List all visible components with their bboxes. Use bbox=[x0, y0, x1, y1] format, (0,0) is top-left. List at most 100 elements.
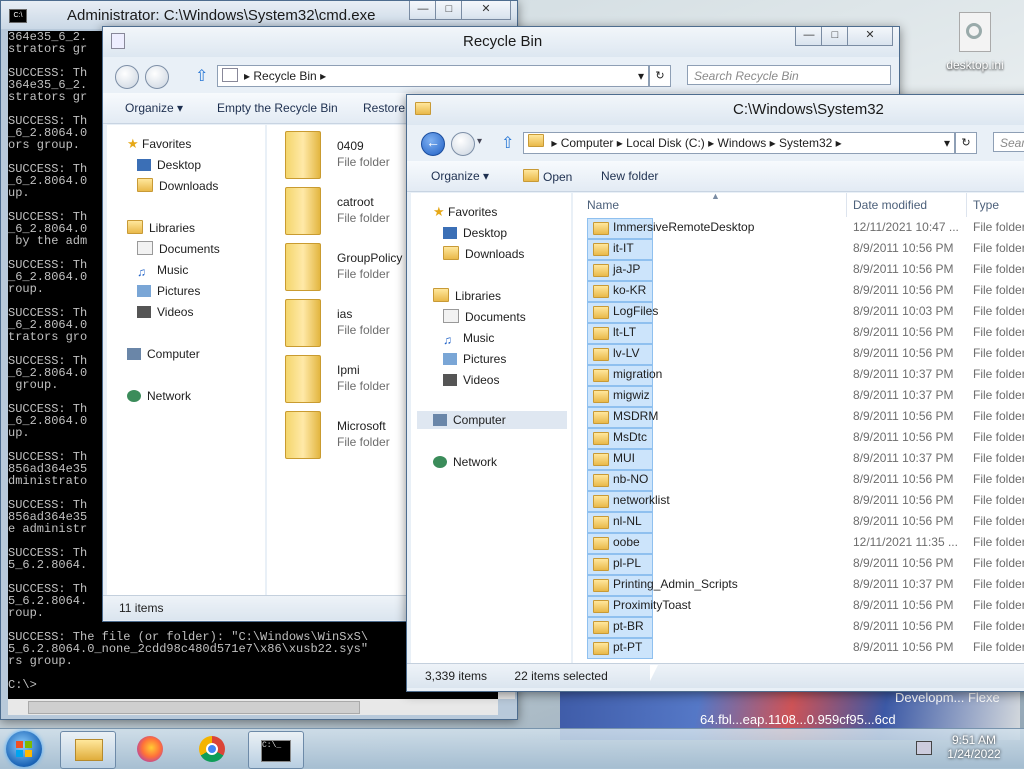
nav-pictures[interactable]: Pictures bbox=[137, 282, 200, 300]
table-row[interactable]: it-IT 8/9/2011 10:56 PM File folder bbox=[573, 238, 1024, 260]
table-row[interactable]: ko-KR 8/9/2011 10:56 PM File folder bbox=[573, 280, 1024, 302]
table-row[interactable]: MUI 8/9/2011 10:37 PM File folder bbox=[573, 448, 1024, 470]
table-row[interactable]: Printing_Admin_Scripts 8/9/2011 10:37 PM F… bbox=[573, 574, 1024, 596]
recycle-item[interactable]: GroupPolicy File folder bbox=[285, 243, 405, 297]
desktop-ini-icon[interactable]: desktop.ini bbox=[940, 12, 1010, 76]
column-header-date[interactable]: Date modified bbox=[847, 193, 967, 217]
table-row[interactable]: pl-PL 8/9/2011 10:56 PM File folder bbox=[573, 553, 1024, 575]
nav-favorites[interactable]: ★ Favorites bbox=[127, 135, 191, 153]
system-clock[interactable]: 9:51 AM 1/24/2022 bbox=[944, 733, 1004, 761]
table-row[interactable]: lv-LV 8/9/2011 10:56 PM File folder bbox=[573, 343, 1024, 365]
recycle-item[interactable]: Microsoft File folder bbox=[285, 411, 405, 465]
nav-desktop[interactable]: Desktop bbox=[137, 156, 201, 174]
recycle-item[interactable]: catroot File folder bbox=[285, 187, 405, 241]
table-row[interactable]: ImmersiveRemoteDesktop 12/11/2021 10:47 .… bbox=[573, 217, 1024, 239]
cmd-hscroll-thumb[interactable] bbox=[28, 701, 360, 714]
recycle-search-input[interactable]: Search Recycle Bin bbox=[687, 65, 891, 85]
nav-music[interactable]: ♫ Music bbox=[137, 261, 188, 279]
taskbar-cmd-button[interactable]: C:\_ bbox=[248, 731, 304, 769]
address-dropdown-icon[interactable]: ▾ bbox=[944, 133, 950, 153]
address-dropdown-icon[interactable]: ▾ bbox=[638, 66, 644, 86]
nav-documents[interactable]: Documents bbox=[443, 308, 526, 326]
recycle-item[interactable]: ias File folder bbox=[285, 299, 405, 353]
nav-network[interactable]: Network bbox=[127, 387, 191, 405]
column-header-name[interactable]: Name bbox=[573, 193, 847, 217]
restore-button[interactable]: Restore bbox=[363, 101, 405, 115]
back-button[interactable] bbox=[115, 65, 139, 89]
breadcrumb-windows[interactable]: Windows bbox=[718, 136, 767, 150]
nav-documents[interactable]: Documents bbox=[137, 240, 220, 258]
recycle-minimize-button[interactable]: — bbox=[795, 27, 823, 46]
table-row[interactable]: oobe 12/11/2021 11:35 ... File folder bbox=[573, 532, 1024, 554]
downloads-icon bbox=[137, 178, 153, 192]
recycle-item[interactable]: 0409 File folder bbox=[285, 131, 405, 185]
empty-recycle-bin-button[interactable]: Empty the Recycle Bin bbox=[217, 101, 338, 115]
recycle-item[interactable]: Ipmi File folder bbox=[285, 355, 405, 409]
system32-file-list[interactable]: Name ▲ Date modified Type ImmersiveRemot… bbox=[573, 193, 1024, 663]
refresh-icon[interactable]: ↻ bbox=[955, 132, 977, 154]
table-row[interactable]: pt-BR 8/9/2011 10:56 PM File folder bbox=[573, 616, 1024, 638]
table-row[interactable]: nl-NL 8/9/2011 10:56 PM File folder bbox=[573, 511, 1024, 533]
recycle-address-bar[interactable]: ▸ Recycle Bin ▸ ▾ bbox=[217, 65, 649, 87]
nav-downloads[interactable]: Downloads bbox=[137, 177, 218, 195]
nav-computer[interactable]: Computer bbox=[127, 345, 200, 363]
system32-titlebar[interactable]: C:\Windows\System32 bbox=[407, 95, 1024, 125]
breadcrumb-computer[interactable]: Computer bbox=[561, 136, 614, 150]
nav-music[interactable]: ♫ Music bbox=[443, 329, 494, 347]
cmd-maximize-button[interactable]: □ bbox=[435, 1, 463, 20]
taskbar-chrome-button[interactable] bbox=[186, 731, 240, 767]
recycle-maximize-button[interactable]: □ bbox=[821, 27, 849, 46]
system32-search-input[interactable]: Sear bbox=[993, 132, 1024, 152]
back-button[interactable]: ← bbox=[421, 132, 445, 156]
table-row[interactable]: LogFiles 8/9/2011 10:03 PM File folder bbox=[573, 301, 1024, 323]
cmd-horizontal-scrollbar[interactable] bbox=[8, 699, 498, 715]
address-segment[interactable]: Recycle Bin bbox=[253, 69, 316, 83]
taskbar-firefox-button[interactable] bbox=[124, 731, 178, 767]
folder-icon bbox=[593, 306, 609, 319]
table-row[interactable]: nb-NO 8/9/2011 10:56 PM File folder bbox=[573, 469, 1024, 491]
table-row[interactable]: MSDRM 8/9/2011 10:56 PM File folder bbox=[573, 406, 1024, 428]
file-date: 8/9/2011 10:37 PM bbox=[853, 388, 954, 402]
recycle-close-button[interactable]: ✕ bbox=[847, 27, 893, 46]
nav-network[interactable]: Network bbox=[433, 453, 497, 471]
taskbar-explorer-button[interactable] bbox=[60, 731, 116, 769]
nav-videos[interactable]: Videos bbox=[137, 303, 193, 321]
breadcrumb-system32[interactable]: System32 bbox=[779, 136, 832, 150]
breadcrumb-local-disk[interactable]: Local Disk (C:) bbox=[626, 136, 705, 150]
cmd-titlebar[interactable]: C:\ Administrator: C:\Windows\System32\c… bbox=[1, 1, 517, 29]
table-row[interactable]: migwiz 8/9/2011 10:37 PM File folder bbox=[573, 385, 1024, 407]
system32-window[interactable]: C:\Windows\System32 ← ▾ ⇧ ▸ Computer ▸ L… bbox=[406, 94, 1024, 692]
nav-downloads[interactable]: Downloads bbox=[443, 245, 524, 263]
nav-computer[interactable]: Computer bbox=[417, 411, 567, 429]
table-row[interactable]: migration 8/9/2011 10:37 PM File folder bbox=[573, 364, 1024, 386]
table-row[interactable]: ProximityToast 8/9/2011 10:56 PM File fold… bbox=[573, 595, 1024, 617]
nav-desktop[interactable]: Desktop bbox=[443, 224, 507, 242]
organize-button[interactable]: Organize ▾ bbox=[125, 101, 183, 115]
cmd-minimize-button[interactable]: — bbox=[409, 1, 437, 20]
table-row[interactable]: ja-JP 8/9/2011 10:56 PM File folder bbox=[573, 259, 1024, 281]
cmd-close-button[interactable]: ✕ bbox=[461, 1, 511, 20]
nav-pictures[interactable]: Pictures bbox=[443, 350, 506, 368]
table-row[interactable]: pt-PT 8/9/2011 10:56 PM File folder bbox=[573, 637, 1024, 659]
open-button[interactable]: Open bbox=[523, 169, 572, 184]
table-row[interactable]: lt-LT 8/9/2011 10:56 PM File folder bbox=[573, 322, 1024, 344]
forward-button[interactable] bbox=[451, 132, 475, 156]
column-header-type[interactable]: Type bbox=[967, 193, 1024, 217]
organize-button[interactable]: Organize ▾ bbox=[431, 169, 489, 183]
table-row[interactable]: MsDtc 8/9/2011 10:56 PM File folder bbox=[573, 427, 1024, 449]
nav-videos[interactable]: Videos bbox=[443, 371, 499, 389]
up-arrow-icon[interactable]: ⇧ bbox=[195, 66, 208, 86]
network-tray-icon[interactable] bbox=[916, 741, 932, 755]
nav-libraries[interactable]: Libraries bbox=[433, 287, 501, 305]
table-row[interactable]: networklist 8/9/2011 10:56 PM File folder bbox=[573, 490, 1024, 512]
nav-favorites[interactable]: ★ Favorites bbox=[433, 203, 497, 221]
recent-pages-icon[interactable]: ▾ bbox=[477, 136, 482, 147]
up-arrow-icon[interactable]: ⇧ bbox=[501, 133, 514, 153]
refresh-icon[interactable]: ↻ bbox=[649, 65, 671, 87]
nav-libraries[interactable]: Libraries bbox=[127, 219, 195, 237]
start-button[interactable] bbox=[6, 731, 42, 767]
new-folder-button[interactable]: New folder bbox=[601, 169, 658, 183]
recycle-titlebar[interactable]: Recycle Bin — □ ✕ bbox=[103, 27, 899, 57]
system32-address-bar[interactable]: ▸ Computer ▸ Local Disk (C:) ▸ Windows ▸… bbox=[523, 132, 955, 154]
forward-button[interactable] bbox=[145, 65, 169, 89]
